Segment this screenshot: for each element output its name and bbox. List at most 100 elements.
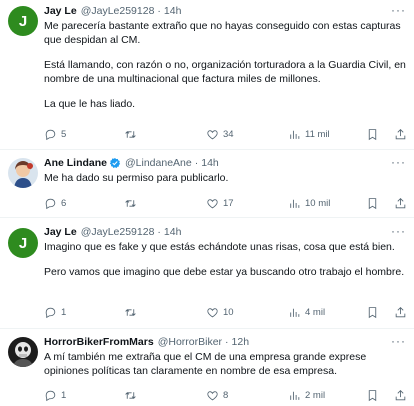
views-button[interactable]: 2 mil — [288, 389, 325, 402]
share-button[interactable] — [394, 128, 407, 141]
reply-button[interactable]: 6 — [44, 197, 66, 210]
more-options-icon[interactable]: ··· — [391, 156, 406, 168]
views-button[interactable]: 11 mil — [288, 128, 330, 141]
like-button[interactable]: 10 — [206, 306, 234, 319]
reply-icon — [45, 129, 56, 140]
tweet-paragraph: Está llamando, con razón o no, organizac… — [44, 59, 406, 85]
more-options-icon[interactable]: ··· — [391, 225, 406, 237]
retweet-button[interactable] — [124, 389, 141, 402]
tweet[interactable]: HorrorBikerFromMars @HorrorBiker · 12h ·… — [0, 329, 414, 406]
timestamp[interactable]: 14h — [164, 4, 182, 18]
avatar[interactable]: J — [8, 6, 38, 36]
tweet-text: Me ha dado su permiso para publicarlo. — [44, 171, 406, 185]
timestamp[interactable]: 14h — [164, 225, 182, 239]
bookmark-button[interactable] — [366, 306, 379, 319]
views-button[interactable]: 10 mil — [288, 197, 330, 210]
reply-button[interactable]: 1 — [44, 306, 66, 319]
retweet-button[interactable] — [124, 197, 141, 210]
tweet-actions: 5 34 11 mil — [44, 126, 406, 142]
bookmark-icon — [368, 306, 377, 318]
author-name[interactable]: Jay Le — [44, 225, 77, 239]
avatar[interactable]: J — [8, 228, 38, 258]
like-button[interactable]: 34 — [206, 128, 234, 141]
view-count: 11 mil — [305, 128, 330, 140]
author-handle[interactable]: @JayLe259128 — [81, 225, 155, 239]
more-options-icon[interactable]: ··· — [391, 4, 406, 16]
separator-dot: · — [157, 226, 161, 238]
reply-count: 5 — [61, 128, 67, 140]
author-handle[interactable]: @JayLe259128 — [81, 4, 155, 18]
tweet-actions: 1 10 4 mil — [44, 304, 406, 320]
tweet-paragraph: Pero vamos que imagino que debe estar ya… — [44, 266, 405, 278]
author-handle[interactable]: @LindaneAne — [125, 156, 192, 170]
share-icon — [395, 389, 406, 400]
like-button[interactable]: 8 — [206, 389, 228, 402]
view-count: 10 mil — [305, 197, 331, 209]
share-icon — [395, 197, 406, 208]
view-count: 2 mil — [305, 389, 326, 401]
retweet-icon — [125, 391, 136, 399]
author-handle[interactable]: @HorrorBiker — [158, 335, 222, 349]
bookmark-button[interactable] — [366, 389, 379, 402]
tweet-actions: 6 17 10 mil — [44, 195, 406, 211]
tweet-paragraph: Me parecería bastante extraño que no hay… — [44, 20, 401, 46]
views-button[interactable]: 4 mil — [288, 306, 325, 319]
tweet[interactable]: J Jay Le @JayLe259128 · 14h ··· Imagino … — [0, 218, 414, 329]
tweet[interactable]: J Jay Le @JayLe259128 · 14h ··· Me parec… — [0, 0, 414, 150]
author-name[interactable]: HorrorBikerFromMars — [44, 335, 154, 349]
bookmark-button[interactable] — [366, 128, 379, 141]
tweet-text: Me parecería bastante extraño que no hay… — [44, 19, 406, 111]
like-count: 10 — [223, 306, 234, 318]
avatar[interactable] — [8, 337, 38, 367]
avatar-photo-icon — [8, 158, 38, 188]
tweet-paragraph: A mí también me extraña que el CM de una… — [44, 351, 367, 377]
retweet-button[interactable] — [124, 306, 141, 319]
like-count: 8 — [223, 389, 229, 401]
like-button[interactable]: 17 — [206, 197, 234, 210]
avatar[interactable] — [8, 158, 38, 188]
reply-count: 1 — [61, 306, 67, 318]
author-name[interactable]: Ane Lindane — [44, 156, 107, 170]
heart-icon — [207, 307, 218, 317]
bookmark-icon — [368, 389, 377, 401]
bookmark-icon — [368, 197, 377, 209]
tweet-paragraph: La que le has liado. — [44, 98, 136, 110]
reply-button[interactable]: 1 — [44, 389, 66, 402]
reply-count: 1 — [61, 389, 67, 401]
separator-dot: · — [225, 336, 229, 348]
author-name[interactable]: Jay Le — [44, 4, 77, 18]
reply-button[interactable]: 5 — [44, 128, 66, 141]
like-count: 34 — [223, 128, 234, 140]
tweet-text: A mí también me extraña que el CM de una… — [44, 350, 406, 378]
heart-icon — [207, 129, 218, 139]
view-count: 4 mil — [305, 306, 326, 318]
bookmark-icon — [368, 128, 377, 140]
share-button[interactable] — [394, 389, 407, 402]
verified-badge-icon — [109, 158, 121, 168]
bookmark-button[interactable] — [366, 197, 379, 210]
analytics-icon — [290, 130, 300, 139]
reply-icon — [45, 390, 56, 401]
analytics-icon — [290, 199, 300, 208]
retweet-button[interactable] — [124, 128, 141, 141]
more-options-icon[interactable]: ··· — [391, 335, 406, 347]
analytics-icon — [290, 308, 300, 317]
tweet-text: Imagino que es fake y que estás echándot… — [44, 240, 406, 279]
heart-icon — [207, 198, 218, 208]
share-button[interactable] — [394, 306, 407, 319]
tweet[interactable]: Ane Lindane @LindaneAne · 14h ··· Me ha … — [0, 150, 414, 218]
like-count: 17 — [223, 197, 234, 209]
retweet-icon — [125, 199, 136, 207]
retweet-icon — [125, 130, 136, 138]
analytics-icon — [290, 391, 300, 400]
retweet-icon — [125, 308, 136, 316]
share-icon — [395, 306, 406, 317]
separator-dot: · — [194, 157, 199, 169]
timestamp[interactable]: 12h — [232, 335, 250, 349]
timestamp[interactable]: 14h — [201, 156, 219, 170]
avatar-photo-icon — [8, 337, 38, 367]
share-icon — [395, 128, 406, 139]
reply-count: 6 — [61, 197, 67, 209]
share-button[interactable] — [394, 197, 407, 210]
reply-icon — [45, 198, 56, 209]
